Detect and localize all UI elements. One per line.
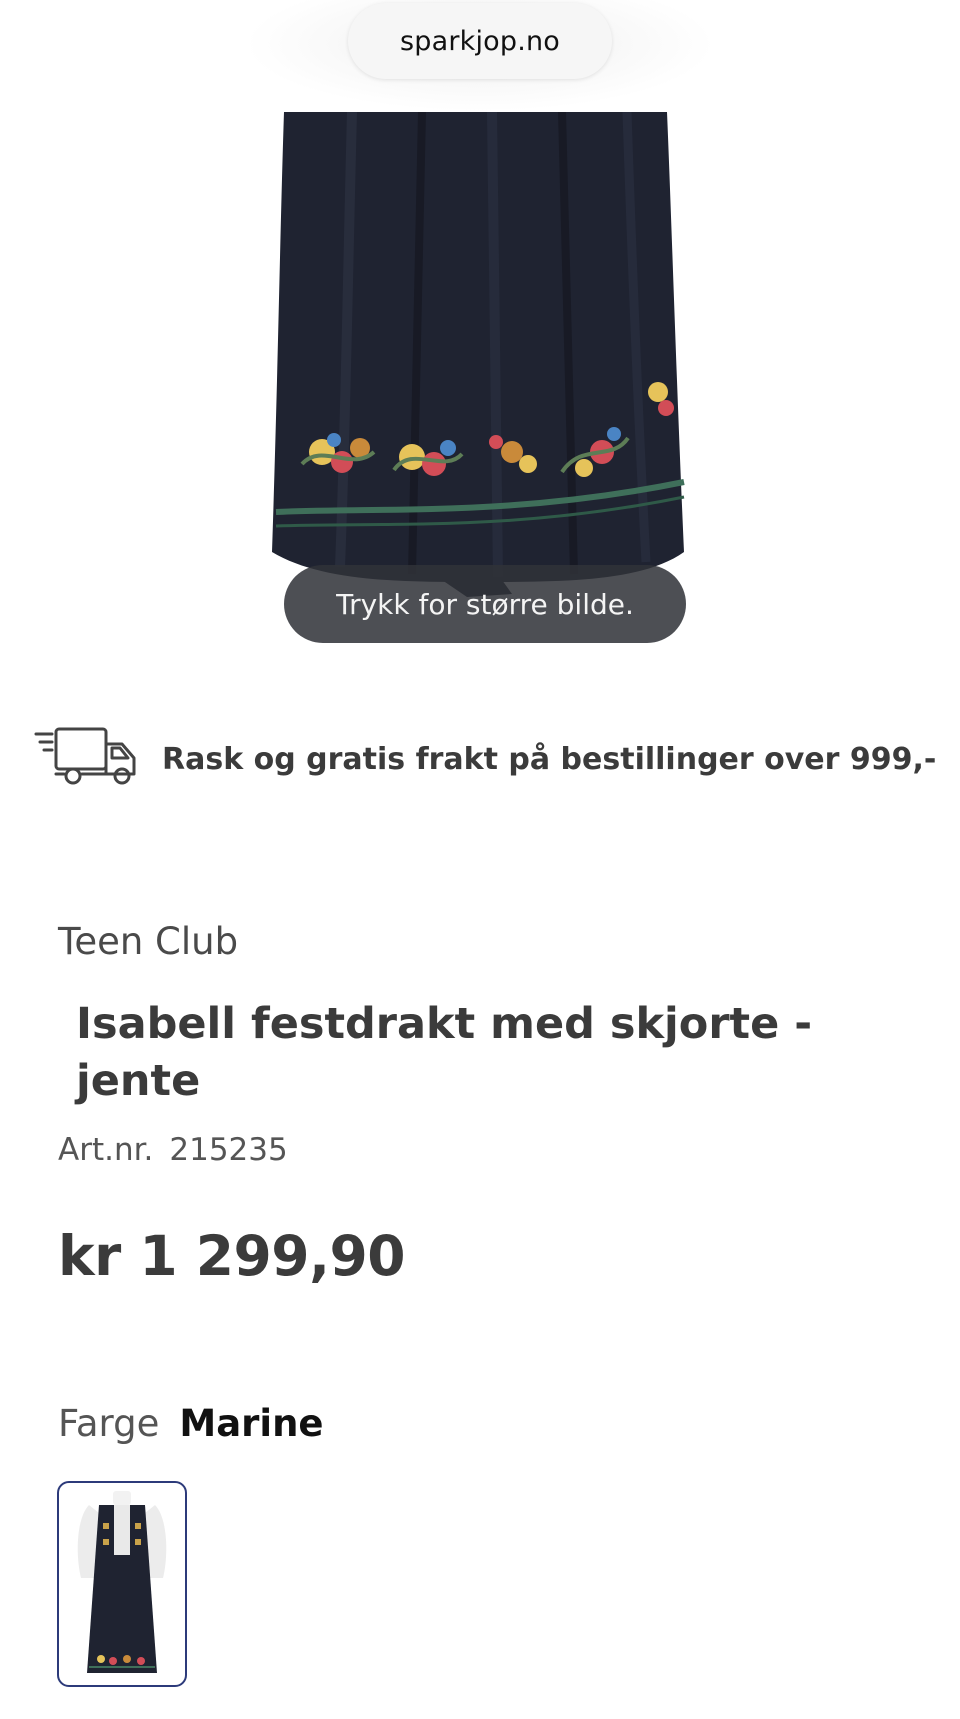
shipping-text: Rask og gratis frakt på bestillinger ove…	[162, 742, 937, 777]
url-bar[interactable]: sparkjop.no	[348, 3, 612, 79]
selected-color: Marine	[179, 1402, 324, 1445]
product-title: Isabell festdrakt med skjorte - jente	[76, 999, 813, 1106]
article-number: Art.nr. 215235	[58, 1132, 288, 1168]
zoom-hint-text: Trykk for større bilde.	[336, 587, 634, 621]
zoom-hint[interactable]: Trykk for større bilde.	[284, 565, 686, 643]
article-number-value: 215235	[169, 1132, 288, 1168]
product-price: kr 1 299,90	[58, 1224, 406, 1288]
color-label: Farge	[58, 1402, 160, 1445]
color-selector-label: Farge Marine	[58, 1402, 324, 1445]
url-text: sparkjop.no	[399, 25, 561, 57]
article-number-label: Art.nr.	[58, 1132, 154, 1168]
swatch-thumbnail	[77, 1491, 167, 1673]
color-swatch-marine[interactable]	[57, 1481, 187, 1687]
delivery-truck-icon	[34, 727, 136, 785]
shipping-banner: Rask og gratis frakt på bestillinger ove…	[34, 722, 937, 802]
product-brand[interactable]: Teen Club	[58, 920, 238, 963]
